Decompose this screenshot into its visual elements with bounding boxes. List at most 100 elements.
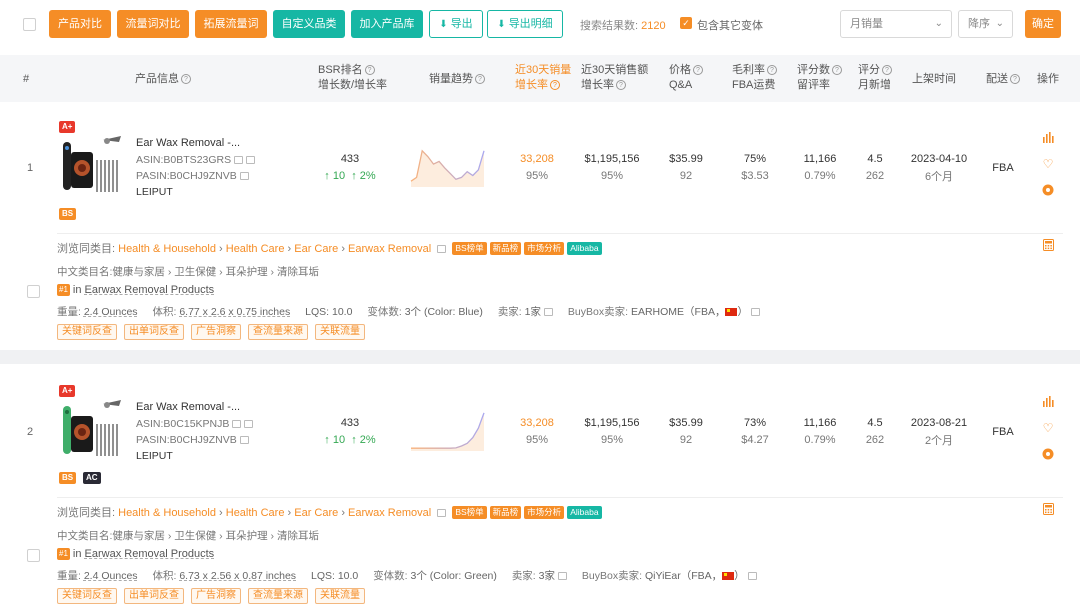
- help-icon[interactable]: ?: [616, 80, 626, 90]
- order-keyword-link[interactable]: 出单词反查: [124, 324, 184, 340]
- help-icon[interactable]: ?: [475, 74, 485, 84]
- external-link-icon[interactable]: [750, 308, 760, 316]
- category-link[interactable]: Earwax Removal: [348, 243, 431, 255]
- calculator-icon[interactable]: [1041, 503, 1055, 518]
- sort-order-select[interactable]: 降序 ⌄: [958, 10, 1013, 38]
- help-icon[interactable]: ?: [181, 74, 191, 84]
- related-traffic-link[interactable]: 关联流量: [315, 588, 365, 604]
- help-icon[interactable]: ?: [767, 65, 777, 75]
- ad-insight-link[interactable]: 广告洞察: [191, 588, 241, 604]
- row-checkbox[interactable]: [27, 549, 40, 562]
- category-link[interactable]: Health Care: [226, 507, 285, 519]
- heart-icon[interactable]: ♡: [1041, 421, 1055, 435]
- col-ratings[interactable]: 评分数? 留评率: [797, 63, 842, 93]
- new-list-tag[interactable]: 新品榜: [489, 506, 522, 519]
- category-link[interactable]: Health Care: [226, 243, 285, 255]
- traffic-source-link[interactable]: 查流量来源: [248, 324, 308, 340]
- col-sales[interactable]: 近30天销量 增长率?: [515, 63, 571, 93]
- ad-insight-link[interactable]: 广告洞察: [191, 324, 241, 340]
- copy-icon[interactable]: [239, 436, 249, 444]
- external-link-icon[interactable]: [437, 245, 447, 253]
- chart-icon[interactable]: [1041, 132, 1055, 146]
- market-analysis-tag[interactable]: 市场分析: [524, 506, 565, 519]
- brand[interactable]: LEIPUT: [136, 450, 173, 462]
- help-icon[interactable]: ?: [693, 65, 703, 75]
- col-listed[interactable]: 上架时间: [912, 72, 956, 87]
- qa-count: 92: [679, 170, 693, 182]
- delivery: FBA: [992, 162, 1014, 174]
- help-icon[interactable]: ?: [364, 65, 375, 75]
- sales-trend-chart[interactable]: [410, 143, 485, 187]
- category-link[interactable]: Health & Household: [118, 243, 216, 255]
- copy-icon[interactable]: [239, 172, 249, 180]
- category-link[interactable]: Ear Care: [294, 243, 338, 255]
- col-bsr[interactable]: BSR排名? 增长数/增长率: [318, 63, 387, 93]
- sales-trend-chart[interactable]: [410, 407, 485, 451]
- col-revenue[interactable]: 近30天销售额 增长率?: [581, 63, 648, 93]
- new-list-tag[interactable]: 新品榜: [489, 242, 522, 255]
- add-to-library-button[interactable]: 加入产品库: [351, 10, 423, 38]
- rank-category-link[interactable]: Earwax Removal Products: [85, 548, 215, 560]
- col-price[interactable]: 价格? Q&A: [669, 63, 703, 93]
- bs-list-tag[interactable]: BS榜单: [452, 506, 487, 519]
- product-image[interactable]: [59, 134, 125, 200]
- external-link-icon[interactable]: [544, 308, 553, 316]
- chart-icon[interactable]: [1041, 396, 1055, 410]
- category-link[interactable]: Ear Care: [294, 507, 338, 519]
- bs-list-tag[interactable]: BS榜单: [452, 242, 487, 255]
- sales-rate: 95%: [525, 434, 549, 446]
- help-icon[interactable]: ?: [1010, 74, 1020, 84]
- message-icon[interactable]: [246, 156, 256, 164]
- keyword-reverse-link[interactable]: 关键词反查: [57, 324, 117, 340]
- china-flag-icon: [722, 572, 735, 580]
- related-traffic-link[interactable]: 关联流量: [315, 324, 365, 340]
- sales-30d: 33,208: [520, 153, 554, 165]
- market-analysis-tag[interactable]: 市场分析: [524, 242, 565, 255]
- product-title[interactable]: Ear Wax Removal -...: [136, 137, 240, 149]
- help-icon[interactable]: ?: [550, 80, 560, 90]
- external-link-icon[interactable]: [437, 509, 447, 517]
- custom-category-button[interactable]: 自定义品类: [273, 10, 345, 38]
- expand-keywords-button[interactable]: 拓展流量词: [195, 10, 267, 38]
- external-link-icon[interactable]: [747, 572, 757, 580]
- calculator-icon[interactable]: [1041, 239, 1055, 254]
- copy-icon[interactable]: [234, 156, 244, 164]
- fba-fee: $3.53: [741, 170, 769, 182]
- settings-icon[interactable]: [1041, 448, 1055, 463]
- sort-field-select[interactable]: 月销量 ⌄: [840, 10, 952, 38]
- heart-icon[interactable]: ♡: [1041, 157, 1055, 171]
- alibaba-tag[interactable]: Alibaba: [567, 506, 602, 519]
- col-margin[interactable]: 毛利率? FBA运费: [732, 63, 777, 93]
- compare-keywords-button[interactable]: 流量词对比: [117, 10, 189, 38]
- message-icon[interactable]: [244, 420, 254, 428]
- export-button[interactable]: ⬇ 导出: [429, 10, 483, 38]
- select-all-checkbox[interactable]: [23, 18, 36, 31]
- traffic-source-link[interactable]: 查流量来源: [248, 588, 308, 604]
- brand[interactable]: LEIPUT: [136, 186, 173, 198]
- bs-rank: #1 in Earwax Removal Products: [57, 548, 215, 560]
- col-score[interactable]: 评分? 月新增: [858, 63, 892, 93]
- revenue-rate: 95%: [600, 434, 624, 446]
- keyword-reverse-link[interactable]: 关键词反查: [57, 588, 117, 604]
- help-icon[interactable]: ?: [832, 65, 842, 75]
- category-link[interactable]: Health & Household: [118, 507, 216, 519]
- category-link[interactable]: Earwax Removal: [348, 507, 431, 519]
- product-title[interactable]: Ear Wax Removal -...: [136, 401, 240, 413]
- external-link-icon[interactable]: [558, 572, 567, 580]
- compare-products-button[interactable]: 产品对比: [49, 10, 111, 38]
- col-trend[interactable]: 销量趋势?: [429, 72, 485, 87]
- confirm-button[interactable]: 确定: [1025, 10, 1061, 38]
- export-detail-button[interactable]: ⬇ 导出明细: [487, 10, 563, 38]
- include-variants-checkbox[interactable]: ✓: [680, 17, 692, 29]
- sellers: 1家: [524, 306, 541, 318]
- col-product[interactable]: 产品信息?: [135, 72, 191, 87]
- help-icon[interactable]: ?: [882, 65, 892, 75]
- rank-category-link[interactable]: Earwax Removal Products: [85, 284, 215, 296]
- product-image[interactable]: [59, 398, 125, 464]
- order-keyword-link[interactable]: 出单词反查: [124, 588, 184, 604]
- copy-icon[interactable]: [232, 420, 242, 428]
- row-checkbox[interactable]: [27, 285, 40, 298]
- col-delivery[interactable]: 配送?: [986, 72, 1020, 87]
- settings-icon[interactable]: [1041, 184, 1055, 199]
- alibaba-tag[interactable]: Alibaba: [567, 242, 602, 255]
